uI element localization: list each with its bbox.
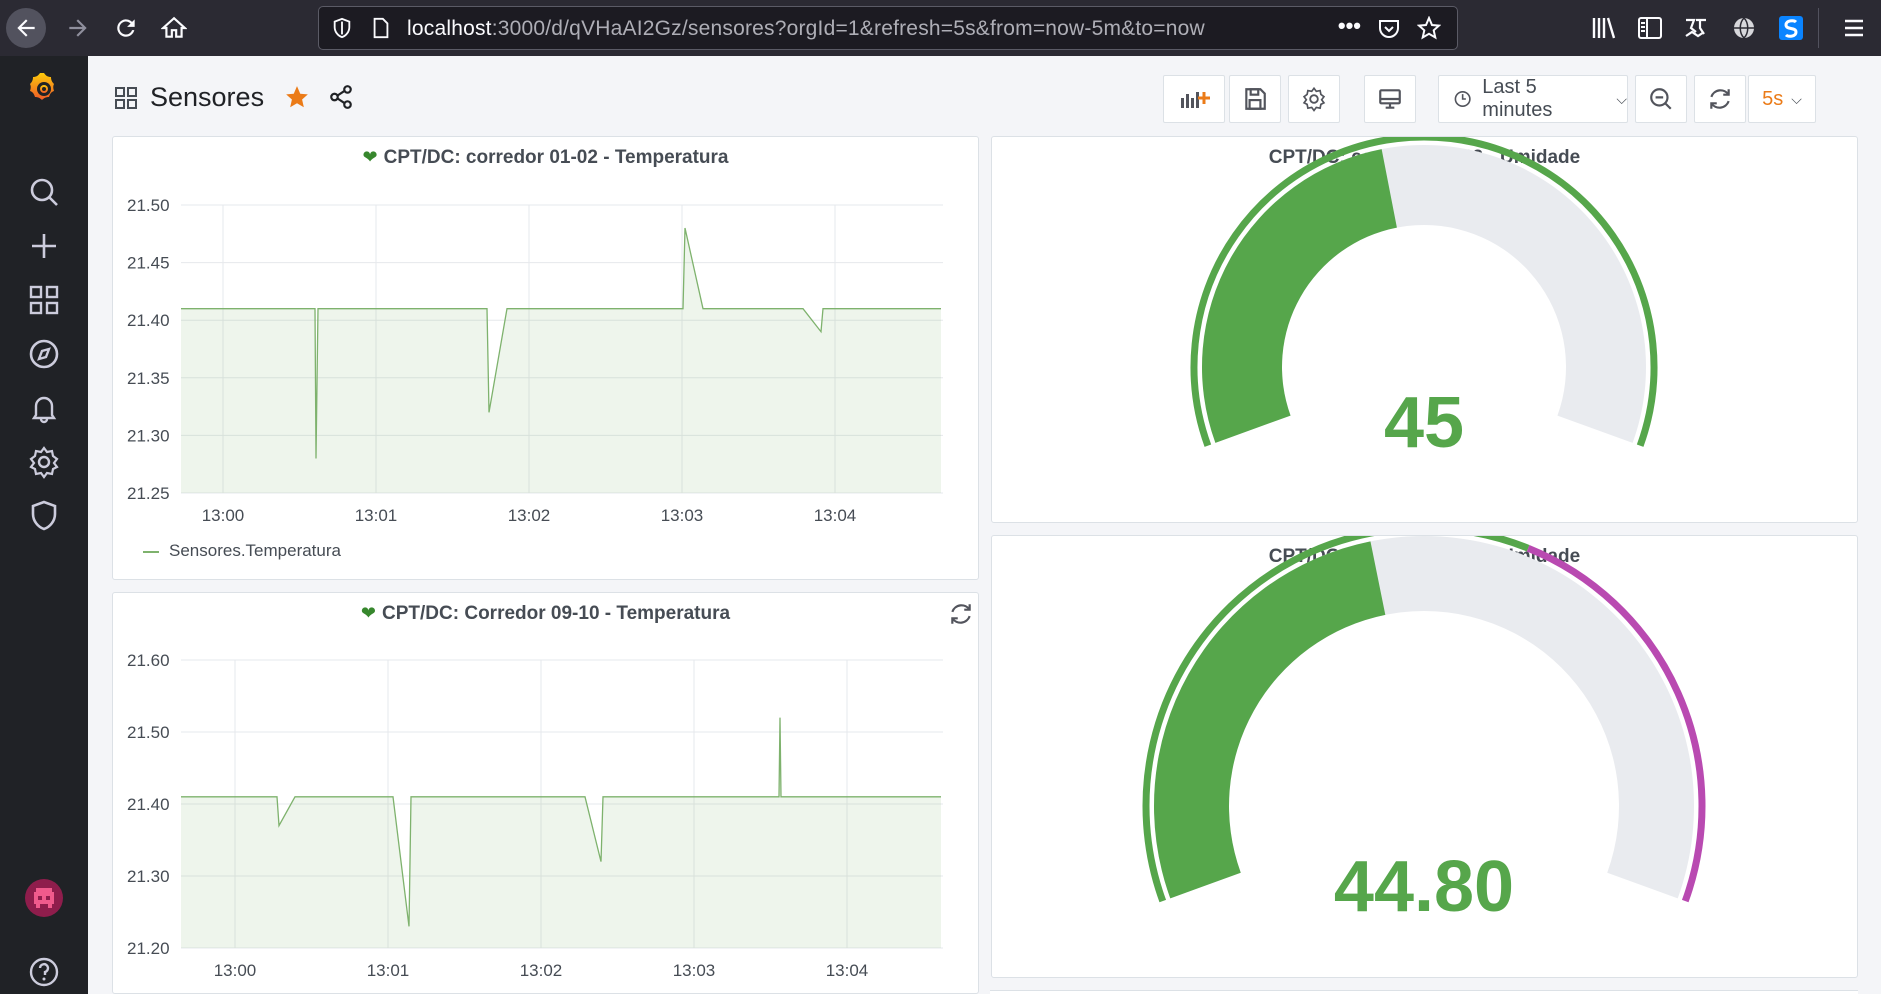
y-tick-label: 21.25 xyxy=(127,484,170,503)
y-tick-label: 21.50 xyxy=(127,196,170,215)
x-tick-label: 13:04 xyxy=(826,961,869,980)
home-icon xyxy=(161,16,187,38)
help-icon[interactable] xyxy=(24,952,64,992)
x-tick-label: 13:00 xyxy=(214,961,257,980)
save-icon xyxy=(1245,88,1266,110)
time-range-picker[interactable]: Last 5 minutes ⌵ xyxy=(1438,75,1628,123)
globe-icon[interactable] xyxy=(1730,14,1758,42)
time-range-label: Last 5 minutes xyxy=(1482,76,1553,121)
hamburger-menu-icon[interactable] xyxy=(1840,14,1868,42)
y-tick-label: 21.45 xyxy=(127,254,170,273)
zoom-out-icon xyxy=(1650,88,1672,110)
reload-icon xyxy=(117,19,135,37)
add-panel-icon xyxy=(1181,92,1210,108)
x-tick-label: 13:03 xyxy=(673,961,716,980)
url-bar[interactable]: localhost:3000/d/qVHaAI2Gz/sensores?orgI… xyxy=(318,6,1458,50)
page-icon xyxy=(373,17,389,39)
chevron-down-icon: ⌵ xyxy=(1791,90,1802,107)
y-tick-label: 21.35 xyxy=(127,369,170,388)
sidebar-icon[interactable] xyxy=(1636,14,1664,42)
more-dots-icon[interactable]: ••• xyxy=(1338,13,1361,39)
gauge-value: 44.80 xyxy=(1334,847,1514,927)
home-button[interactable] xyxy=(154,8,194,48)
monitor-icon xyxy=(1379,89,1401,109)
refresh-interval-picker[interactable]: 5s ⌵ xyxy=(1748,75,1816,123)
zoom-out-button[interactable] xyxy=(1635,75,1687,123)
refresh-button[interactable] xyxy=(1694,75,1746,123)
temperature-panel-09-10[interactable]: ❤ CPT/DC: Corredor 09-10 - Temperatura 21… xyxy=(112,592,979,994)
y-tick-label: 21.30 xyxy=(127,426,170,445)
clock-icon xyxy=(1454,90,1471,108)
chart-legend[interactable]: Sensores.Temperatura xyxy=(143,541,341,561)
gear-icon[interactable] xyxy=(24,442,64,482)
avatar[interactable] xyxy=(24,878,64,918)
bookmark-star-icon[interactable] xyxy=(1417,16,1441,40)
dashboards-icon[interactable] xyxy=(24,280,64,320)
temperature-chart[interactable]: 21.50 21.45 21.40 21.35 21.30 21.25 13:00 13:01… xyxy=(113,137,978,579)
gauge-value-arc xyxy=(1202,149,1397,443)
toolbar-divider xyxy=(1818,8,1819,48)
plus-icon[interactable] xyxy=(24,226,64,266)
humidity-gauge: 44.80 xyxy=(1142,536,1706,927)
temperature-chart[interactable]: 21.60 21.50 21.40 21.30 21.20 13:00 13:01 13:02… xyxy=(113,593,978,993)
s-extension-icon[interactable] xyxy=(1777,14,1805,42)
forward-icon xyxy=(69,19,87,37)
url-path: :3000/d/qVHaAI2Gz/sensores?orgId=1&refre… xyxy=(491,17,1205,40)
search-icon[interactable] xyxy=(24,172,64,212)
y-tick-label: 21.60 xyxy=(127,651,170,670)
x-tick-label: 13:03 xyxy=(661,506,704,525)
x-tick-label: 13:00 xyxy=(202,506,245,525)
humidity-gauge: 45 xyxy=(1190,137,1658,463)
add-panel-button[interactable] xyxy=(1163,75,1225,123)
y-tick-label: 21.40 xyxy=(127,311,170,330)
alert-bell-icon[interactable] xyxy=(24,388,64,428)
x-tick-label: 13:02 xyxy=(508,506,551,525)
page-title[interactable]: Sensores xyxy=(150,82,264,113)
url-host: localhost xyxy=(407,17,492,40)
browser-toolbar: localhost:3000/d/qVHaAI2Gz/sensores?orgI… xyxy=(0,0,1881,56)
y-tick-label: 21.50 xyxy=(127,723,170,742)
chevron-down-icon: ⌵ xyxy=(1616,90,1627,107)
refresh-icon xyxy=(1710,89,1730,109)
x-tick-label: 13:01 xyxy=(355,506,398,525)
extension-icon[interactable] xyxy=(1682,14,1710,42)
y-tick-label: 21.20 xyxy=(127,939,170,958)
favorite-star-icon[interactable] xyxy=(284,84,310,110)
legend-swatch xyxy=(143,550,159,553)
series-area xyxy=(181,717,941,948)
url-text[interactable]: localhost:3000/d/qVHaAI2Gz/sensores?orgI… xyxy=(407,17,1205,41)
gear-icon xyxy=(1302,86,1326,112)
gauge-value: 45 xyxy=(1384,383,1464,463)
temperature-panel-01-02[interactable]: ❤ CPT/DC: corredor 01-02 - Temperatura 21… xyxy=(112,136,979,580)
series-area xyxy=(181,228,941,493)
y-tick-label: 21.30 xyxy=(127,867,170,886)
humidity-panel-09-10[interactable]: CPT/DC: corredor 09-10 - Umidade 44.80 xyxy=(991,535,1858,978)
dashboard-navbar: Sensores Last 5 minutes ⌵ 5s ⌵ xyxy=(88,56,1881,136)
legend-label: Sensores.Temperatura xyxy=(169,541,341,560)
shield-icon[interactable] xyxy=(331,17,353,39)
dashboards-icon xyxy=(115,87,137,109)
library-icon[interactable] xyxy=(1590,14,1618,42)
share-icon[interactable] xyxy=(328,84,354,110)
next-panel-edge xyxy=(990,990,1858,994)
back-button[interactable] xyxy=(6,8,46,48)
pocket-icon[interactable] xyxy=(1377,17,1401,41)
cycle-view-mode-button[interactable] xyxy=(1364,75,1416,123)
shield-icon[interactable] xyxy=(24,496,64,536)
back-icon xyxy=(17,19,35,37)
humidity-panel-01-02[interactable]: CPT/DC: corredor 01-02 - Umidade 45 xyxy=(991,136,1858,523)
grafana-logo-icon[interactable] xyxy=(24,70,64,110)
reload-button[interactable] xyxy=(106,8,146,48)
x-tick-label: 13:04 xyxy=(814,506,857,525)
explore-icon[interactable] xyxy=(24,334,64,374)
dashboard-settings-button[interactable] xyxy=(1288,75,1340,123)
gauge-value-arc xyxy=(1154,541,1386,899)
refresh-interval-label: 5s xyxy=(1762,87,1784,110)
x-tick-label: 13:01 xyxy=(367,961,410,980)
save-dashboard-button[interactable] xyxy=(1229,75,1281,123)
sidebar xyxy=(0,56,88,994)
forward-button[interactable] xyxy=(58,8,98,48)
x-tick-label: 13:02 xyxy=(520,961,563,980)
y-tick-label: 21.40 xyxy=(127,795,170,814)
